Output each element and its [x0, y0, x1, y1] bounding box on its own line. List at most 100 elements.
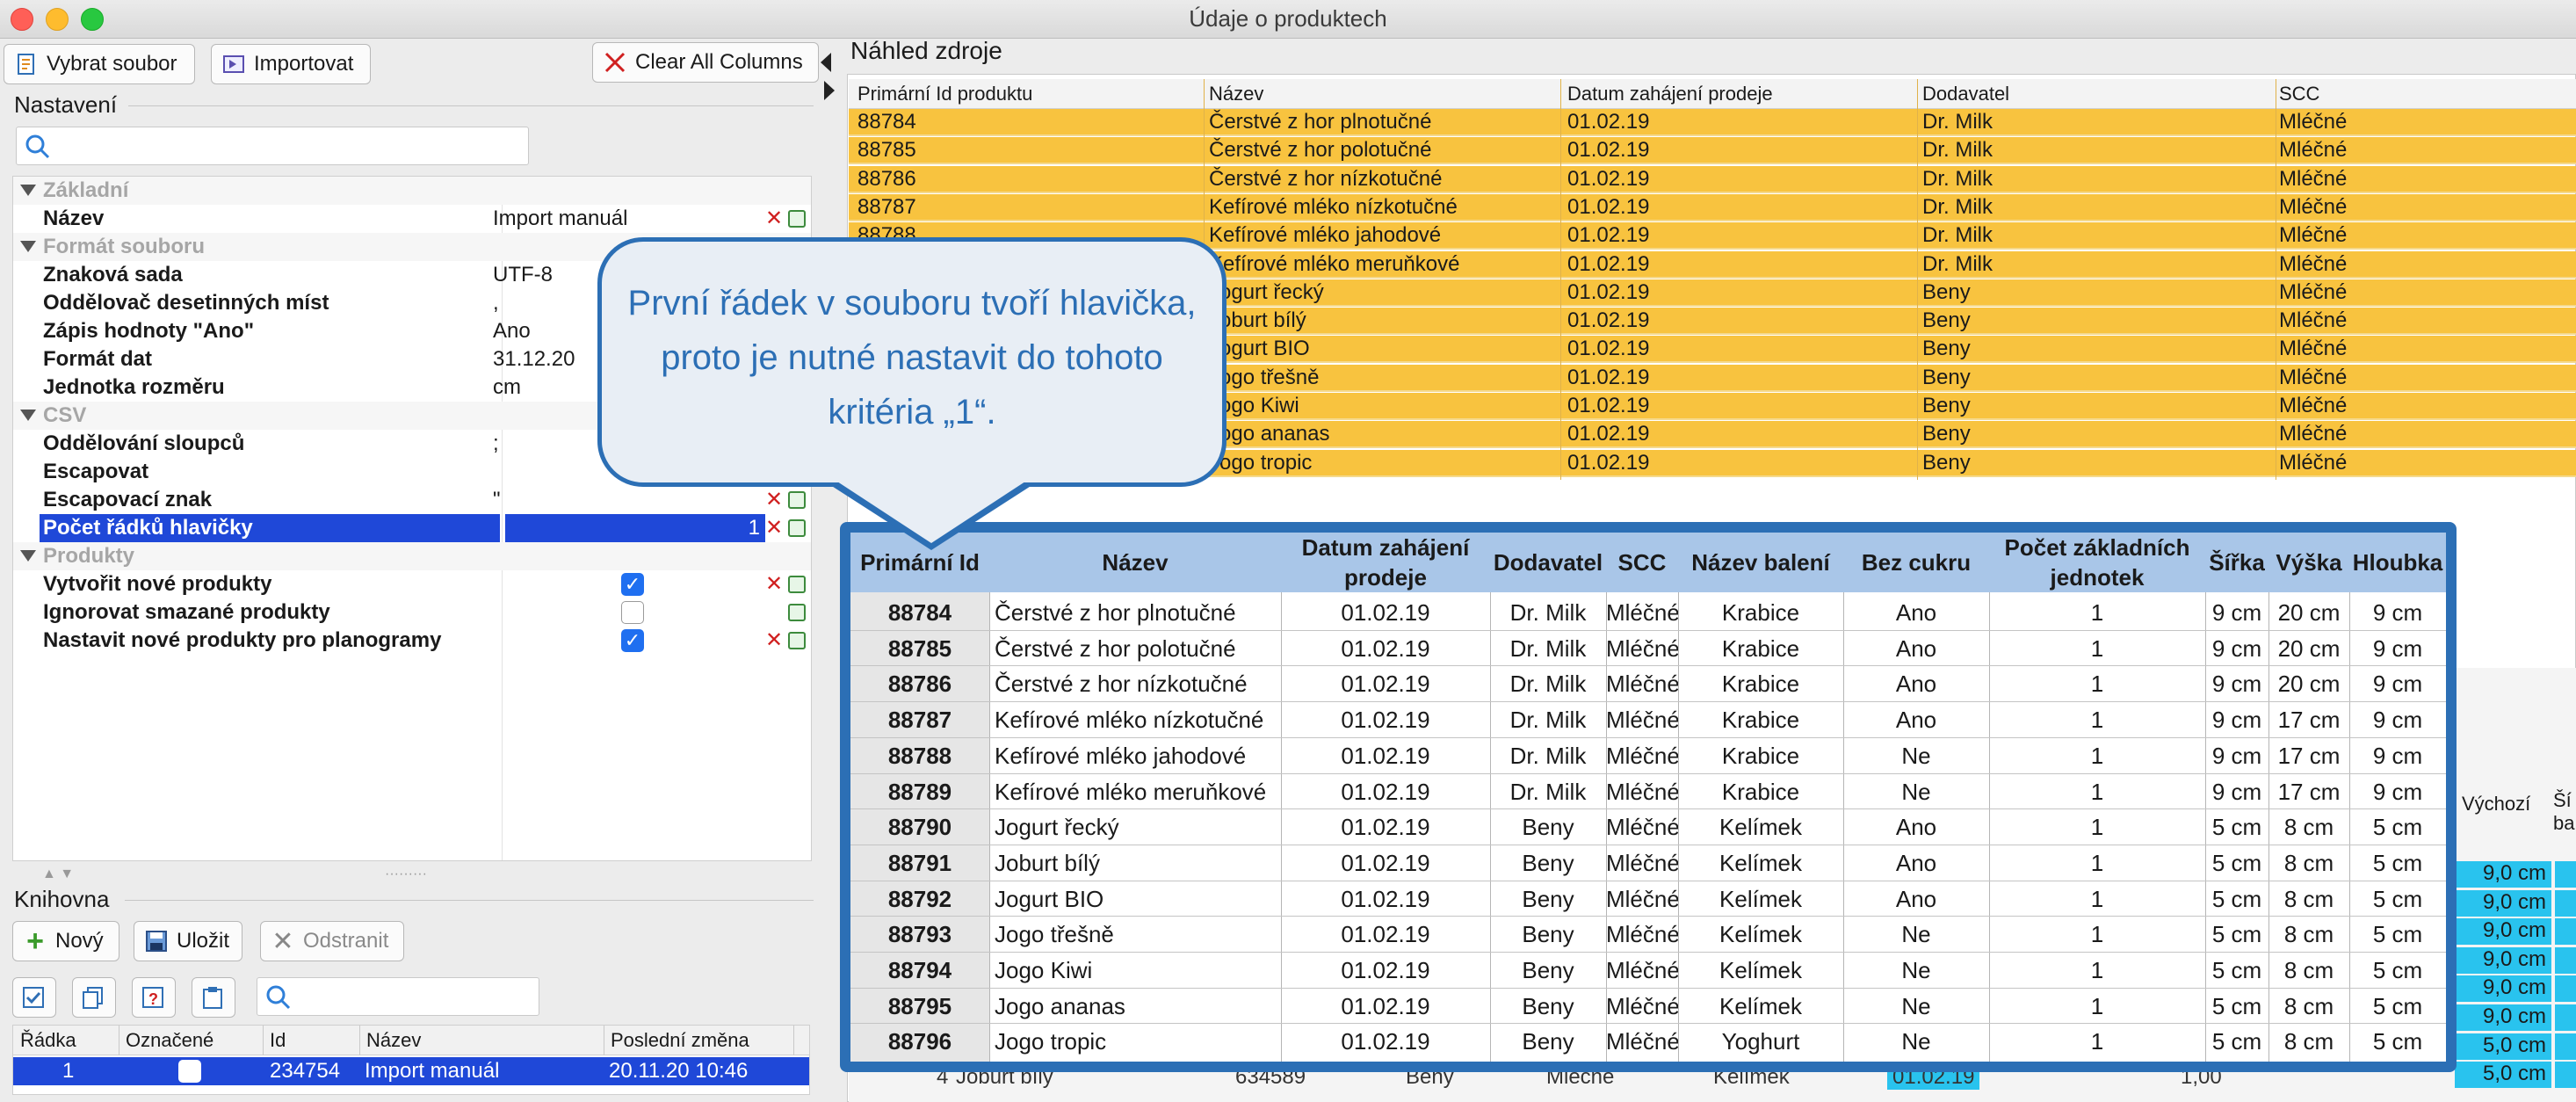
mapping-header-base[interactable]: ba [2553, 812, 2574, 835]
property-row-header-rows[interactable]: Počet řádků hlavičky 1 ✕ [13, 514, 811, 542]
overlay-column-header[interactable]: Šířka [2205, 533, 2268, 592]
overlay-cell: Dr. Milk [1509, 707, 1587, 734]
mapping-cyan-cell[interactable]: 9,0 cm [2455, 861, 2551, 888]
copy-icon[interactable] [788, 604, 806, 621]
mapping-header-width[interactable]: Ší [2553, 789, 2572, 812]
save-label: Uložit [177, 929, 230, 953]
overlay-column-header[interactable]: Hloubka [2349, 533, 2446, 592]
mapping-cyan-cell[interactable]: 9,0 cm [2455, 918, 2551, 946]
overlay-cell: Kelímek [1719, 957, 1802, 983]
help-button[interactable]: ? [132, 977, 176, 1018]
mapping-cyan-cell[interactable] [2555, 889, 2576, 917]
property-value[interactable]: Ano [493, 319, 531, 344]
column-header-last-change[interactable]: Poslední změna [611, 1029, 749, 1052]
property-value[interactable]: Import manuál [493, 207, 627, 231]
copy-icon[interactable] [788, 491, 806, 509]
mapping-cyan-cell[interactable] [2555, 975, 2576, 1003]
select-file-button[interactable]: Vybrat soubor [4, 44, 195, 84]
category-products[interactable]: Produkty [13, 542, 811, 570]
mapping-cyan-cell[interactable] [2555, 861, 2576, 888]
source-column-header[interactable]: Primární Id produktu [857, 83, 1032, 105]
reset-x-icon[interactable]: ✕ [765, 518, 783, 539]
copy-icon[interactable] [788, 519, 806, 537]
mapping-header-default[interactable]: Výchozí [2462, 793, 2530, 816]
copy-icon[interactable] [788, 632, 806, 649]
duplicate-button[interactable] [72, 977, 116, 1018]
create-products-checkbox[interactable]: ✓ [621, 573, 644, 596]
overlay-column-header[interactable]: Dodavatel [1490, 533, 1606, 592]
disclosure-triangle-icon[interactable] [20, 241, 36, 252]
overlay-column-header[interactable]: Název balení [1678, 533, 1843, 592]
column-header-line[interactable]: Řádka [20, 1029, 76, 1052]
reset-x-icon[interactable]: ✕ [765, 574, 783, 595]
remove-button[interactable]: ✕ Odstranit [260, 921, 404, 961]
property-value[interactable]: ; [493, 431, 499, 456]
mapping-cyan-cell[interactable]: 9,0 cm [2455, 1004, 2551, 1031]
property-row-create-products[interactable]: Vytvořit nové produkty ✓ ✕ [13, 570, 811, 598]
property-value[interactable]: UTF-8 [493, 263, 553, 287]
source-column-header[interactable]: Datum zahájení prodeje [1567, 83, 1773, 105]
property-value[interactable]: , [493, 291, 499, 315]
source-column-header[interactable]: SCC [2279, 83, 2319, 105]
expand-right-arrow-icon[interactable] [824, 81, 835, 100]
property-value[interactable]: " [493, 488, 501, 512]
overlay-column-header[interactable]: Výška [2268, 533, 2349, 592]
clear-all-columns-button[interactable]: Clear All Columns [592, 42, 819, 83]
library-table-row[interactable]: 1 234754 Import manuál 20.11.20 10:46 [13, 1057, 809, 1085]
library-search-input[interactable] [257, 977, 539, 1016]
overlay-cell: Ano [1895, 634, 1937, 662]
property-row-escape-char[interactable]: Escapovací znak " ✕ [13, 486, 811, 514]
mapping-cyan-cell[interactable]: 9,0 cm [2455, 975, 2551, 1003]
source-column-header[interactable]: Název [1209, 83, 1263, 105]
overlay-cell: 01.02.19 [1341, 707, 1430, 734]
overlay-column-header[interactable]: Datum zahájení prodeje [1281, 533, 1490, 592]
ignore-deleted-checkbox[interactable] [621, 601, 644, 624]
save-button[interactable]: Uložit [134, 921, 242, 961]
mapping-cyan-cell[interactable] [2555, 1004, 2576, 1031]
disclosure-triangle-icon[interactable] [20, 550, 36, 562]
property-value[interactable]: 1 [505, 516, 760, 540]
reset-x-icon[interactable]: ✕ [765, 208, 783, 229]
disclosure-triangle-icon[interactable] [20, 410, 36, 421]
source-column-header[interactable]: Dodavatel [1922, 83, 2009, 105]
mapping-cyan-cell[interactable] [2555, 1033, 2576, 1060]
column-header-id[interactable]: Id [270, 1029, 286, 1052]
new-button[interactable]: + Nový [12, 921, 119, 961]
property-value[interactable]: cm [493, 375, 521, 400]
mapping-cyan-cell[interactable]: 9,0 cm [2455, 889, 2551, 917]
overlay-column-header[interactable]: Bez cukru [1843, 533, 1989, 592]
row-marked-checkbox[interactable] [178, 1060, 201, 1083]
disclosure-triangle-icon[interactable] [20, 185, 36, 196]
reset-x-icon[interactable]: ✕ [765, 630, 783, 651]
source-table-row[interactable]: 88784 Čerstvé z hor plnotučné 01.02.19 Dr. … [849, 109, 2576, 136]
property-value[interactable]: 31.12.20 [493, 347, 575, 372]
planogram-checkbox[interactable]: ✓ [621, 629, 644, 652]
property-row-planogram[interactable]: Nastavit nové produkty pro planogramy ✓ ✕ [13, 627, 811, 655]
mapping-cyan-cell[interactable]: 9,0 cm [2455, 946, 2551, 974]
copy-icon[interactable] [788, 576, 806, 593]
clipboard-button[interactable] [192, 977, 235, 1018]
category-basic[interactable]: Základní [13, 177, 811, 205]
column-header-name[interactable]: Název [366, 1029, 421, 1052]
source-table-row[interactable]: 88785 Čerstvé z hor polotučné 01.02.19 Dr. … [849, 137, 2576, 165]
overlay-column-header[interactable]: Počet základních jednotek [1989, 533, 2205, 592]
overlay-column-header[interactable]: SCC [1606, 533, 1678, 592]
splitter-handle[interactable]: ········· [385, 866, 427, 882]
mapping-cyan-cell[interactable]: 5,0 cm [2455, 1033, 2551, 1060]
property-row-name[interactable]: Název Import manuál ✕ [13, 205, 811, 233]
column-separator [793, 1026, 794, 1055]
settings-search-input[interactable] [16, 127, 529, 165]
reset-x-icon[interactable]: ✕ [765, 489, 783, 511]
splitter-arrows-icon[interactable]: ▲ ▼ [42, 866, 74, 882]
copy-icon[interactable] [788, 210, 806, 228]
source-table-row[interactable]: 88786 Čerstvé z hor nízkotučné 01.02.19 Dr.… [849, 165, 2576, 193]
collapse-left-arrow-icon[interactable] [821, 53, 831, 72]
check-all-button[interactable] [12, 977, 56, 1018]
property-row-ignore-deleted[interactable]: Ignorovat smazané produkty [13, 598, 811, 627]
import-button[interactable]: Importovat [211, 44, 371, 84]
column-header-marked[interactable]: Označené [126, 1029, 213, 1052]
source-table-row[interactable]: 88787 Kefírové mléko nízkotučné 01.02.19 Dr… [849, 193, 2576, 221]
overlay-cell: 01.02.19 [1341, 778, 1430, 805]
mapping-cyan-cell[interactable] [2555, 918, 2576, 946]
mapping-cyan-cell[interactable] [2555, 946, 2576, 974]
